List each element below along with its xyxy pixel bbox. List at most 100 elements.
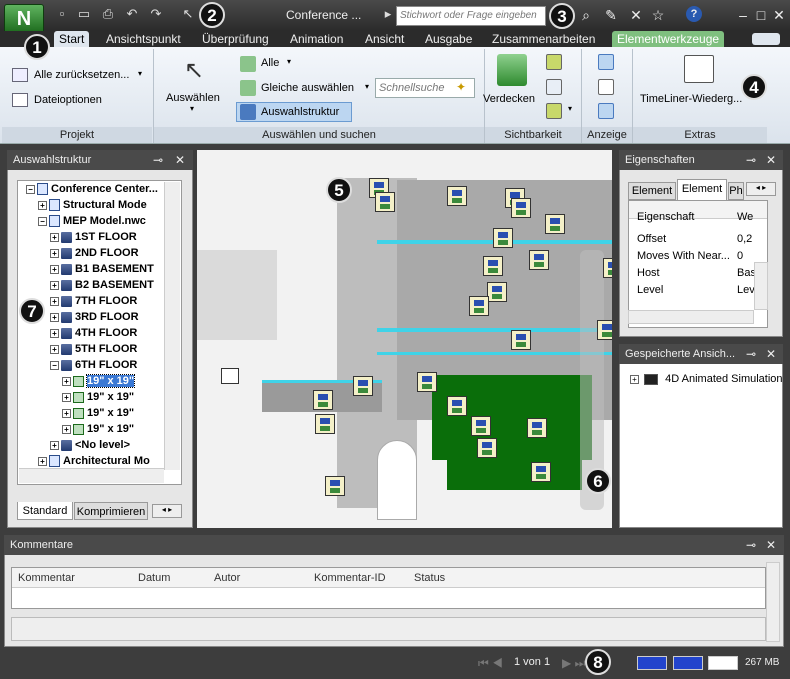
- col-kommentar[interactable]: Kommentar: [18, 572, 75, 584]
- undo-icon[interactable]: ↶: [124, 6, 140, 22]
- expand-icon[interactable]: +: [50, 328, 59, 338]
- expand-icon[interactable]: +: [50, 440, 59, 450]
- element-marker-icon[interactable]: [447, 396, 467, 416]
- tab-standard[interactable]: Standard: [17, 502, 73, 520]
- tree-item[interactable]: +19" x 19": [18, 405, 181, 421]
- properties-horizontal-scrollbar[interactable]: [628, 310, 754, 324]
- expand-icon[interactable]: +: [50, 280, 59, 290]
- 3d-viewport[interactable]: [197, 150, 612, 528]
- close-panel-icon[interactable]: ✕: [175, 153, 185, 167]
- hide-button[interactable]: Verdecken: [483, 93, 535, 105]
- element-marker-icon[interactable]: [477, 438, 497, 458]
- select-button[interactable]: Auswählen: [166, 92, 220, 104]
- col-datum[interactable]: Datum: [138, 572, 170, 584]
- page-nav-next-last-icon[interactable]: ▶ ⏭: [562, 656, 585, 671]
- tree-horizontal-scrollbar[interactable]: [19, 468, 164, 483]
- element-marker-icon[interactable]: [529, 250, 549, 270]
- page-nav-first-prev-icon[interactable]: ⏮ ◀: [478, 656, 503, 671]
- expand-icon[interactable]: +: [62, 392, 71, 402]
- tab-ansicht[interactable]: Ansicht: [360, 31, 409, 47]
- tab-scroll-arrows[interactable]: ◂ ▸: [746, 182, 776, 196]
- chevron-down-icon[interactable]: ▾: [568, 104, 572, 113]
- tree-item[interactable]: +19" x 19": [18, 373, 181, 389]
- tree-item[interactable]: +5TH FLOOR: [18, 341, 181, 357]
- element-marker-icon[interactable]: [511, 198, 531, 218]
- element-marker-icon[interactable]: [487, 282, 507, 302]
- comment-text-area[interactable]: [11, 617, 766, 641]
- element-marker-icon[interactable]: [527, 418, 547, 438]
- element-marker-icon[interactable]: [313, 390, 333, 410]
- prop-tab-2[interactable]: Element: [677, 179, 727, 200]
- new-file-icon[interactable]: ▫: [54, 6, 70, 22]
- tree-item[interactable]: + Architectural Mo: [18, 453, 181, 469]
- chevron-down-icon[interactable]: ▾: [365, 82, 369, 91]
- expand-icon[interactable]: +: [50, 248, 59, 258]
- col-status[interactable]: Status: [414, 572, 445, 584]
- cross-tools-icon[interactable]: ✕: [628, 6, 644, 24]
- visibility-options-icon[interactable]: [546, 103, 562, 119]
- tab-zusammenarbeiten[interactable]: Zusammenarbeiten: [487, 31, 600, 47]
- expand-icon[interactable]: −: [26, 184, 35, 194]
- col-kommentar-id[interactable]: Kommentar-ID: [314, 572, 386, 584]
- maximize-icon[interactable]: □: [753, 6, 769, 24]
- print-icon[interactable]: ⎙: [100, 6, 116, 22]
- pin-icon[interactable]: ⊸: [746, 153, 756, 167]
- tab-animation[interactable]: Animation: [285, 31, 348, 47]
- tab-ansichtspunkt[interactable]: Ansichtspunkt: [101, 31, 186, 47]
- col-autor[interactable]: Autor: [214, 572, 240, 584]
- prop-tab-1[interactable]: Element: [628, 182, 676, 200]
- expand-icon[interactable]: −: [38, 216, 47, 226]
- expand-icon[interactable]: −: [50, 360, 59, 370]
- reset-all-button[interactable]: Alle zurücksetzen...: [34, 69, 129, 81]
- property-row[interactable]: Level Lev: [629, 284, 767, 301]
- chevron-down-icon[interactable]: ▾: [190, 104, 194, 113]
- viewcube-icon[interactable]: [221, 368, 239, 384]
- expand-icon[interactable]: +: [50, 296, 59, 306]
- favorites-star-icon[interactable]: ☆: [650, 6, 666, 24]
- close-panel-icon[interactable]: ✕: [766, 538, 776, 552]
- minimize-icon[interactable]: –: [735, 6, 751, 24]
- tree-item[interactable]: +19" x 19": [18, 421, 181, 437]
- element-marker-icon[interactable]: [493, 228, 513, 248]
- select-all-button[interactable]: Alle: [261, 57, 279, 69]
- element-marker-icon[interactable]: [597, 320, 612, 340]
- expand-icon[interactable]: +: [50, 232, 59, 242]
- element-marker-icon[interactable]: [375, 192, 395, 212]
- file-options-button[interactable]: Dateioptionen: [34, 94, 102, 106]
- pin-icon[interactable]: ⊸: [746, 538, 756, 552]
- expand-icon[interactable]: +: [62, 376, 71, 386]
- binoculars-icon[interactable]: ⌕: [578, 6, 594, 24]
- tree-item[interactable]: +4TH FLOOR: [18, 325, 181, 341]
- element-marker-icon[interactable]: [471, 416, 491, 436]
- tree-item[interactable]: + Structural Mode: [18, 197, 181, 213]
- play-arrow-icon[interactable]: ▸: [380, 6, 396, 22]
- comment-icon[interactable]: [598, 79, 614, 95]
- tab-komprimieren[interactable]: Komprimieren: [74, 502, 148, 520]
- element-marker-icon[interactable]: [603, 258, 612, 278]
- chevron-down-icon[interactable]: ▾: [138, 69, 142, 78]
- search-input[interactable]: Stichwort oder Frage eingeben: [396, 6, 546, 26]
- tree-vertical-scrollbar[interactable]: [164, 182, 180, 470]
- tree-item[interactable]: − Conference Center...: [18, 181, 181, 197]
- ribbon-toggle-button[interactable]: [752, 33, 780, 45]
- expand-icon[interactable]: +: [62, 408, 71, 418]
- element-marker-icon[interactable]: [469, 296, 489, 316]
- element-marker-icon[interactable]: [315, 414, 335, 434]
- tree-item[interactable]: − MEP Model.nwc: [18, 213, 181, 229]
- element-marker-icon[interactable]: [511, 330, 531, 350]
- search-wand-icon[interactable]: ✦: [456, 80, 466, 94]
- same-select-button[interactable]: Gleiche auswählen: [261, 82, 354, 94]
- expand-icon[interactable]: +: [50, 312, 59, 322]
- tab-elementwerkzeuge[interactable]: Elementwerkzeuge: [612, 31, 725, 47]
- timeliner-button[interactable]: TimeLiner-Wiederg...: [640, 93, 742, 105]
- properties-icon[interactable]: [598, 103, 614, 119]
- property-row[interactable]: Offset 0,2: [629, 233, 767, 250]
- select-cursor-icon[interactable]: ↖: [180, 6, 196, 22]
- open-file-icon[interactable]: ▭: [76, 6, 92, 22]
- tree-item[interactable]: + B2 BASEMENT: [18, 277, 181, 293]
- expand-icon[interactable]: +: [62, 424, 71, 434]
- application-menu-button[interactable]: N: [4, 4, 44, 34]
- tree-item[interactable]: +2ND FLOOR: [18, 245, 181, 261]
- expand-icon[interactable]: +: [50, 344, 59, 354]
- expand-icon[interactable]: +: [50, 264, 59, 274]
